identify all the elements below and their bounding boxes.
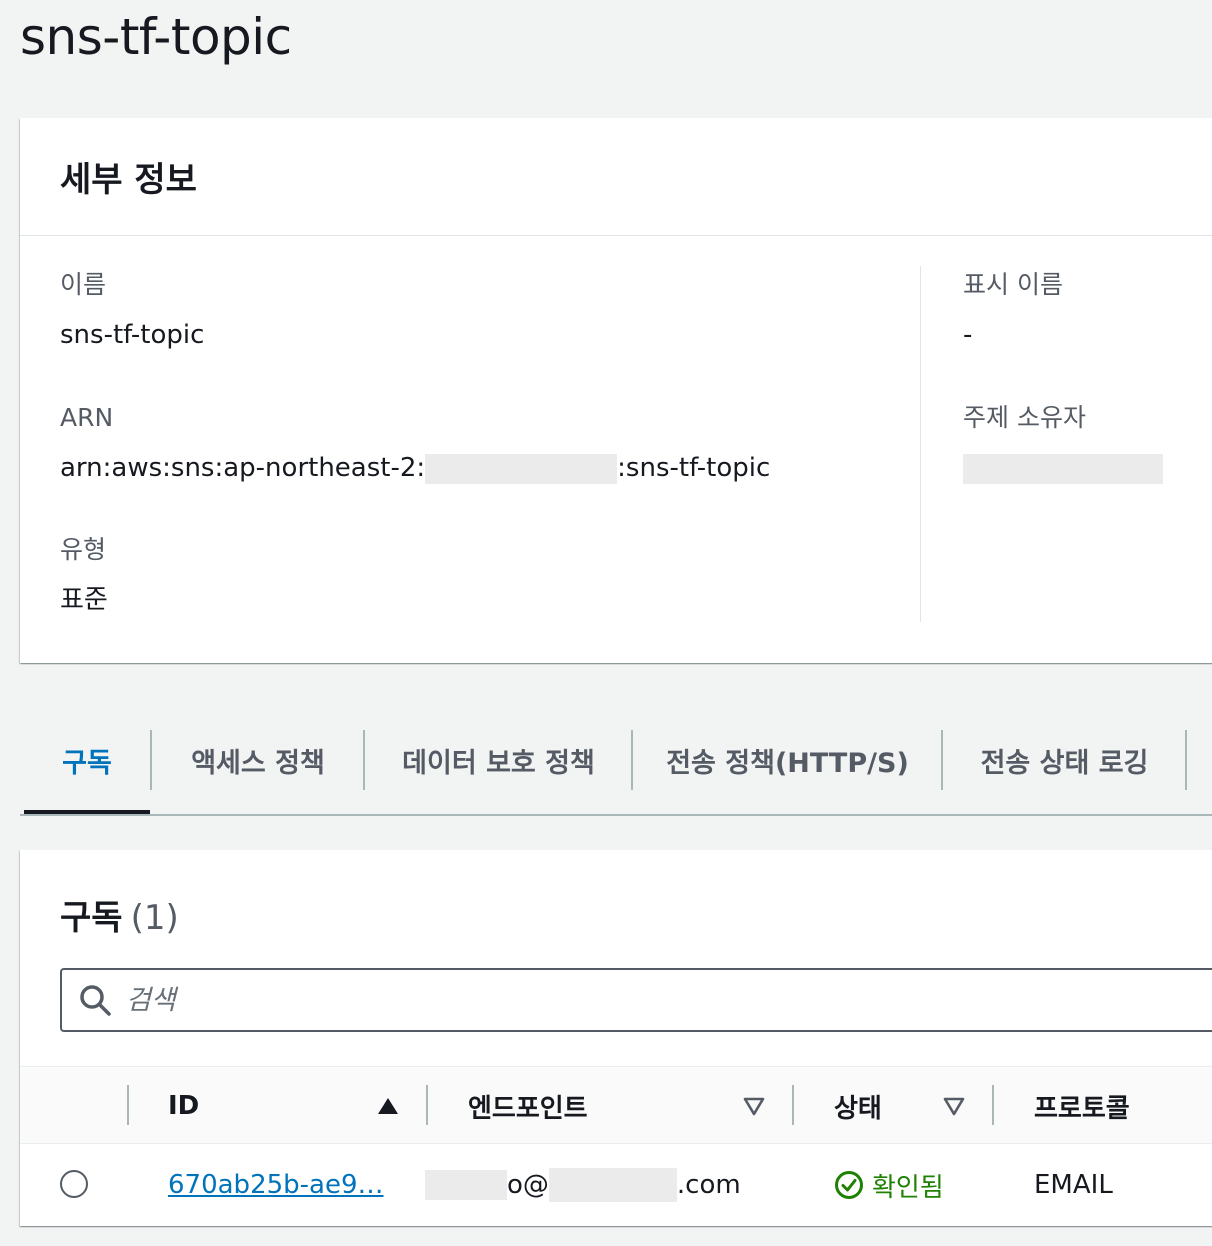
subscriptions-title: 구독 (1) xyxy=(60,890,179,939)
type-value: 표준 xyxy=(60,585,108,615)
table-row[interactable]: 670ab25b-ae9… o@ .com 확인됨 EMAIL xyxy=(20,1144,1212,1226)
display-name-value: - xyxy=(963,320,973,350)
arn-prefix: arn:aws:sns:ap-northeast-2: xyxy=(60,453,426,483)
tab-delivery-policy[interactable]: 전송 정책(HTTP/S) xyxy=(633,730,942,790)
check-circle-icon xyxy=(835,1171,863,1199)
column-header-protocol[interactable]: 프로토콜 xyxy=(1034,1067,1130,1145)
active-tab-indicator xyxy=(24,810,150,814)
arn-label: ARN xyxy=(60,403,114,432)
name-field: 이름 sns-tf-topic xyxy=(60,268,204,352)
endpoint-visible-end: .com xyxy=(676,1170,741,1200)
column-separator xyxy=(127,1085,129,1125)
tab-access-policy[interactable]: 액세스 정책 xyxy=(152,730,364,790)
status-text: 확인됨 xyxy=(872,1172,944,1203)
status-cell: 확인됨 xyxy=(834,1144,944,1226)
details-header: 세부 정보 xyxy=(20,118,1212,236)
tab-separator xyxy=(1185,730,1187,790)
display-name-label: 표시 이름 xyxy=(963,270,1063,299)
column-separator xyxy=(792,1085,794,1125)
tab-delivery-status-logging[interactable]: 전송 상태 로깅 xyxy=(943,730,1186,790)
tab-bar: 구독 액세스 정책 데이터 보호 정책 전송 정책(HTTP/S) 전송 상태 … xyxy=(20,700,1212,816)
subscription-id-cell: 670ab25b-ae9… xyxy=(168,1144,384,1226)
protocol-cell: EMAIL xyxy=(1034,1170,1113,1200)
subscription-id-link[interactable]: 670ab25b-ae9… xyxy=(168,1170,384,1200)
column-header-id[interactable]: ID xyxy=(168,1067,199,1145)
tab-subscriptions[interactable]: 구독 xyxy=(24,730,150,790)
column-divider xyxy=(920,266,921,622)
subscriptions-title-text: 구독 xyxy=(60,898,123,938)
endpoint-cell: o@ .com xyxy=(425,1144,741,1226)
redacted-endpoint-user xyxy=(425,1170,507,1200)
details-title: 세부 정보 xyxy=(60,160,197,200)
subscriptions-count: (1) xyxy=(130,898,179,938)
search-icon xyxy=(80,985,111,1016)
sort-unsorted-icon[interactable] xyxy=(743,1095,765,1117)
type-field: 유형 표준 xyxy=(60,533,108,617)
row-select-radio[interactable] xyxy=(60,1170,88,1198)
column-header-endpoint[interactable]: 엔드포인트 xyxy=(468,1067,588,1145)
endpoint-visible-start: o@ xyxy=(507,1170,549,1200)
arn-suffix: :sns-tf-topic xyxy=(617,453,771,483)
owner-field: 주제 소유자 xyxy=(963,401,1163,485)
column-separator xyxy=(992,1085,994,1125)
name-value: sns-tf-topic xyxy=(60,320,205,350)
column-header-status[interactable]: 상태 xyxy=(834,1067,882,1145)
sort-ascending-icon[interactable] xyxy=(377,1095,399,1117)
table-header: ID 엔드포인트 상태 프로토콜 xyxy=(20,1066,1212,1144)
page-title: sns-tf-topic xyxy=(20,8,292,66)
arn-value: arn:aws:sns:ap-northeast-2: :sns-tf-topic xyxy=(60,451,770,485)
subscriptions-panel: 구독(1) ID 엔드포인트 상태 xyxy=(20,850,1212,1226)
tab-data-protection-policy[interactable]: 데이터 보호 정책 xyxy=(365,730,632,790)
redacted-owner-id xyxy=(963,453,1163,484)
search-box[interactable] xyxy=(60,968,1212,1032)
details-panel: 세부 정보 이름 sns-tf-topic ARN arn:aws:sns:ap… xyxy=(20,118,1212,663)
redacted-endpoint-domain xyxy=(548,1168,677,1202)
type-label: 유형 xyxy=(60,535,107,564)
sort-unsorted-icon[interactable] xyxy=(943,1095,965,1117)
sns-topic-page: sns-tf-topic 세부 정보 이름 sns-tf-topic ARN a… xyxy=(0,0,1212,1246)
owner-value xyxy=(963,451,1163,485)
search-input[interactable] xyxy=(126,984,1026,1016)
redacted-account-id xyxy=(425,453,618,484)
name-label: 이름 xyxy=(60,270,107,299)
owner-label: 주제 소유자 xyxy=(963,403,1086,432)
column-separator xyxy=(426,1085,428,1125)
arn-field: ARN arn:aws:sns:ap-northeast-2: :sns-tf-t… xyxy=(60,401,770,485)
display-name-field: 표시 이름 - xyxy=(963,268,1063,352)
